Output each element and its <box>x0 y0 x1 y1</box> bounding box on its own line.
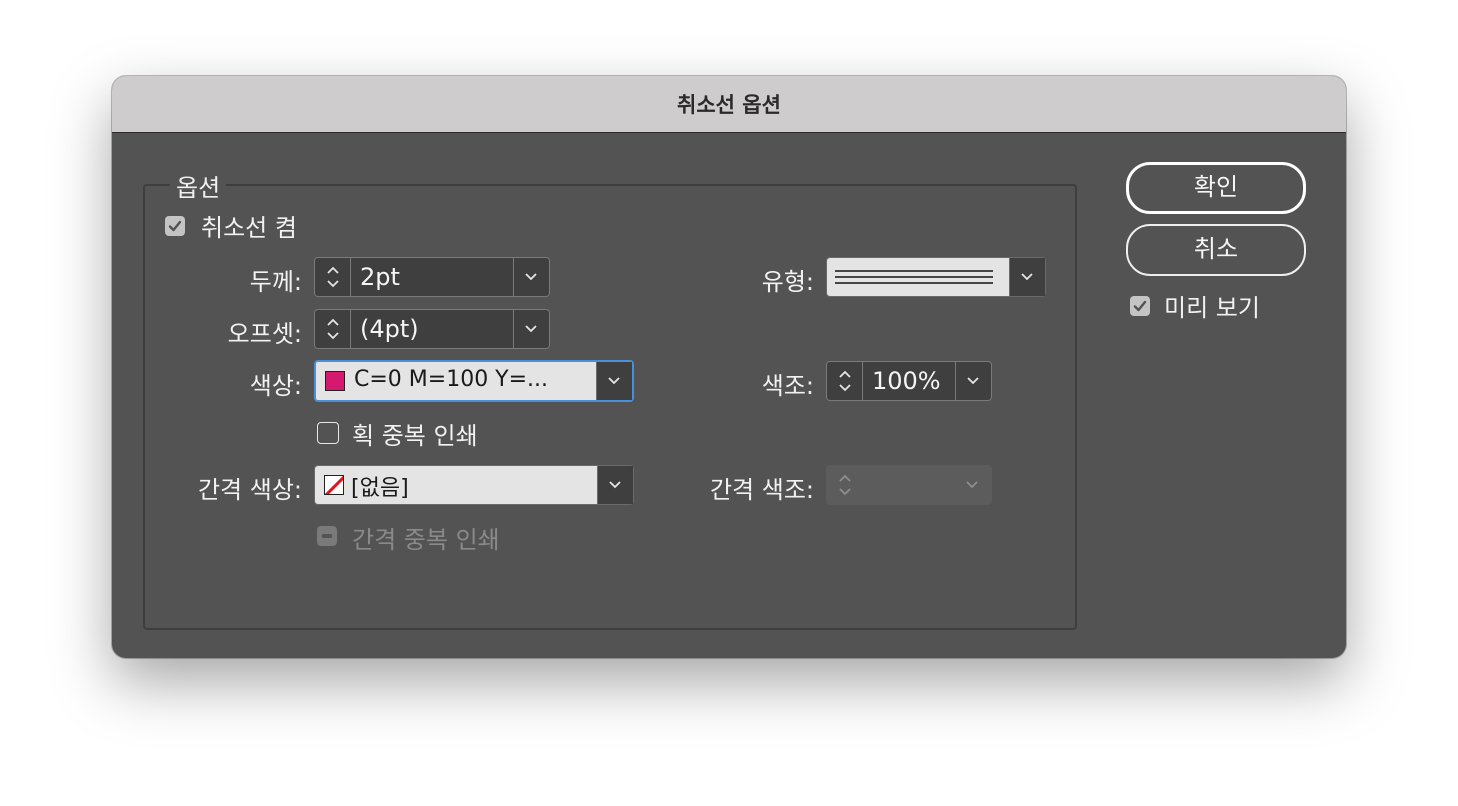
overprint-stroke-label: 획 중복 인쇄 <box>352 422 478 450</box>
options-group-label: 옵션 <box>170 168 227 203</box>
color-select[interactable]: C=0 M=100 Y=... <box>314 360 634 402</box>
none-swatch-icon <box>324 475 344 495</box>
gap-color-select[interactable]: [없음] <box>314 465 634 505</box>
preview-label: 미리 보기 <box>1164 294 1260 322</box>
offset-dropdown-button[interactable] <box>513 310 549 348</box>
tint-field[interactable]: 100% <box>826 361 992 401</box>
stepper-arrows-icon <box>327 318 339 340</box>
strikethrough-on-checkbox[interactable] <box>165 216 185 236</box>
tint-dropdown-button[interactable] <box>955 362 991 400</box>
strikethrough-options-dialog: 취소선 옵션 옵션 취소선 켬 두께: 2pt 오프셋: (4pt) 색상: C… <box>112 76 1346 658</box>
chevron-down-icon <box>525 325 537 333</box>
weight-dropdown-button[interactable] <box>513 258 549 296</box>
weight-field[interactable]: 2pt <box>314 257 550 297</box>
chevron-down-icon <box>609 481 621 489</box>
offset-value[interactable]: (4pt) <box>360 315 419 343</box>
weight-label: 두께: <box>249 268 302 296</box>
type-select[interactable] <box>826 257 1046 297</box>
gap-color-dropdown-button[interactable] <box>597 466 633 504</box>
color-swatch <box>325 371 345 391</box>
checkmark-icon <box>168 220 182 232</box>
gap-tint-field[interactable] <box>826 465 992 505</box>
overprint-stroke-checkbox[interactable] <box>317 422 339 444</box>
overprint-gap-checkbox[interactable] <box>317 526 337 546</box>
offset-field[interactable]: (4pt) <box>314 309 550 349</box>
tint-value[interactable]: 100% <box>872 367 941 395</box>
checkmark-icon <box>1133 300 1147 312</box>
options-group <box>143 184 1077 630</box>
color-label: 색상: <box>249 372 302 400</box>
chevron-down-icon <box>966 481 978 489</box>
tint-label: 색조: <box>761 372 814 400</box>
chevron-down-icon <box>1021 273 1033 281</box>
chevron-down-icon <box>608 377 620 385</box>
type-label: 유형: <box>761 268 814 296</box>
color-dropdown-button[interactable] <box>596 362 632 400</box>
weight-value[interactable]: 2pt <box>360 263 400 291</box>
gap-tint-label: 간격 색조: <box>709 476 814 504</box>
stepper-arrows-icon <box>839 370 851 392</box>
triple-line-icon <box>835 270 993 284</box>
strikethrough-on-label: 취소선 켬 <box>201 214 297 242</box>
gap-color-value[interactable]: [없음] <box>351 470 409 502</box>
stepper-arrows-icon <box>327 266 339 288</box>
offset-label: 오프셋: <box>227 320 302 348</box>
color-value[interactable]: C=0 M=100 Y=... <box>354 367 548 392</box>
weight-stepper[interactable] <box>315 258 351 296</box>
overprint-gap-label: 간격 중복 인쇄 <box>352 526 500 554</box>
preview-checkbox[interactable] <box>1130 296 1150 316</box>
title-bar: 취소선 옵션 <box>112 76 1346 133</box>
type-dropdown-button[interactable] <box>1009 258 1045 296</box>
offset-stepper[interactable] <box>315 310 351 348</box>
chevron-down-icon <box>967 377 979 385</box>
ok-button[interactable]: 확인 <box>1126 162 1306 214</box>
stepper-arrows-icon <box>839 474 851 496</box>
cancel-button[interactable]: 취소 <box>1126 224 1306 276</box>
dialog-title: 취소선 옵션 <box>677 93 781 117</box>
gap-color-label: 간격 색상: <box>197 476 302 504</box>
chevron-down-icon <box>525 273 537 281</box>
tint-stepper[interactable] <box>827 362 863 400</box>
